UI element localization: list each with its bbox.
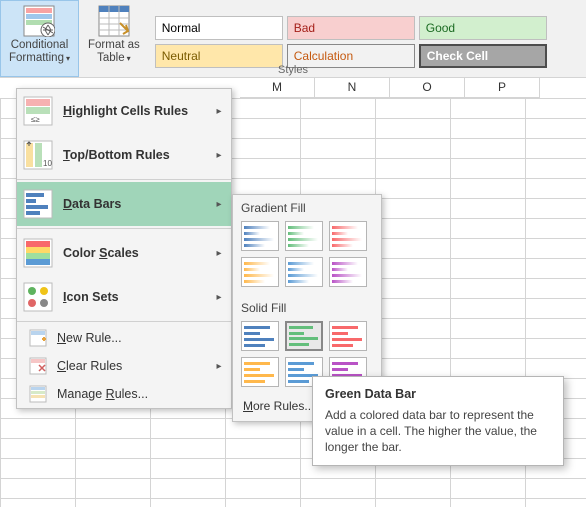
column-header[interactable]: N — [315, 78, 390, 98]
menu-separator — [17, 179, 231, 180]
chevron-right-icon: ▸ — [213, 106, 225, 117]
conditional-formatting-icon — [23, 5, 55, 37]
column-header[interactable]: M — [240, 78, 315, 98]
chevron-right-icon: ▸ — [213, 292, 225, 303]
databar-solid-red[interactable] — [329, 321, 367, 351]
chevron-right-icon: ▸ — [213, 199, 225, 210]
column-header[interactable]: O — [390, 78, 465, 98]
menu-item-label: Icon Sets — [63, 290, 213, 304]
tooltip-body: Add a colored data bar to represent the … — [325, 407, 551, 455]
databar-solid-orange[interactable] — [241, 357, 279, 387]
databar-gradient-purple[interactable] — [329, 257, 367, 287]
menu-new-rule[interactable]: New Rule... — [17, 324, 231, 352]
style-normal[interactable]: Normal — [155, 16, 283, 40]
cell-styles-gallery[interactable]: Normal Bad Good Neutral Calculation Chec… — [155, 0, 547, 77]
chevron-right-icon: ▸ — [213, 150, 225, 161]
menu-separator — [17, 321, 231, 322]
data-bars-icon — [23, 189, 53, 219]
menu-item-label: Data Bars — [63, 197, 213, 211]
menu-item-label: Top/Bottom Rules — [63, 148, 213, 162]
menu-clear-rules[interactable]: Clear Rules ▸ — [17, 352, 231, 380]
format-as-table-label: Format as Table▾ — [88, 39, 140, 65]
submenu-section-gradient: Gradient Fill — [233, 195, 381, 219]
databar-solid-blue[interactable] — [241, 321, 279, 351]
databar-gradient-green[interactable] — [285, 221, 323, 251]
svg-text:10: 10 — [43, 159, 52, 168]
databar-gradient-lightblue[interactable] — [285, 257, 323, 287]
clear-rules-icon — [29, 357, 47, 375]
menu-item-label: Manage Rules... — [57, 387, 225, 401]
svg-text:≤≥: ≤≥ — [31, 115, 40, 124]
conditional-formatting-label: Conditional Formatting▾ — [9, 39, 70, 65]
style-good[interactable]: Good — [419, 16, 547, 40]
menu-highlight-cells-rules[interactable]: ≤≥ Highlight Cells Rules ▸ — [17, 89, 231, 133]
conditional-formatting-menu: ≤≥ Highlight Cells Rules ▸ 10 Top/Bottom… — [16, 88, 232, 409]
icon-sets-icon — [23, 282, 53, 312]
manage-rules-icon — [29, 385, 47, 403]
tooltip: Green Data Bar Add a colored data bar to… — [312, 376, 564, 466]
chevron-right-icon: ▸ — [213, 361, 225, 372]
menu-top-bottom-rules[interactable]: 10 Top/Bottom Rules ▸ — [17, 133, 231, 177]
menu-data-bars[interactable]: Data Bars ▸ — [17, 182, 231, 226]
chevron-right-icon: ▸ — [213, 248, 225, 259]
style-bad[interactable]: Bad — [287, 16, 415, 40]
dropdown-arrow-icon: ▾ — [66, 54, 70, 63]
menu-icon-sets[interactable]: Icon Sets ▸ — [17, 275, 231, 319]
style-calculation[interactable]: Calculation — [287, 44, 415, 68]
style-check-cell[interactable]: Check Cell — [419, 44, 547, 68]
format-as-table-button[interactable]: Format as Table▾ — [79, 0, 149, 77]
column-header[interactable]: P — [465, 78, 540, 98]
dropdown-arrow-icon: ▾ — [127, 54, 131, 63]
databar-gradient-orange[interactable] — [241, 257, 279, 287]
databar-gradient-blue[interactable] — [241, 221, 279, 251]
databar-gradient-red[interactable] — [329, 221, 367, 251]
menu-color-scales[interactable]: Color Scales ▸ — [17, 231, 231, 275]
ribbon: Conditional Formatting▾ Format as Table▾… — [0, 0, 586, 78]
menu-item-label: Clear Rules — [57, 359, 213, 373]
menu-separator — [17, 228, 231, 229]
style-neutral[interactable]: Neutral — [155, 44, 283, 68]
tooltip-title: Green Data Bar — [325, 387, 551, 401]
new-rule-icon — [29, 329, 47, 347]
menu-item-label: Highlight Cells Rules — [63, 104, 213, 118]
highlight-cells-icon: ≤≥ — [23, 96, 53, 126]
format-as-table-icon — [98, 5, 130, 37]
conditional-formatting-button[interactable]: Conditional Formatting▾ — [0, 0, 79, 77]
databar-solid-green[interactable] — [285, 321, 323, 351]
top-bottom-icon: 10 — [23, 140, 53, 170]
color-scales-icon — [23, 238, 53, 268]
menu-item-label: Color Scales — [63, 246, 213, 260]
menu-manage-rules[interactable]: Manage Rules... — [17, 380, 231, 408]
menu-item-label: New Rule... — [57, 331, 225, 345]
submenu-section-solid: Solid Fill — [233, 295, 381, 319]
